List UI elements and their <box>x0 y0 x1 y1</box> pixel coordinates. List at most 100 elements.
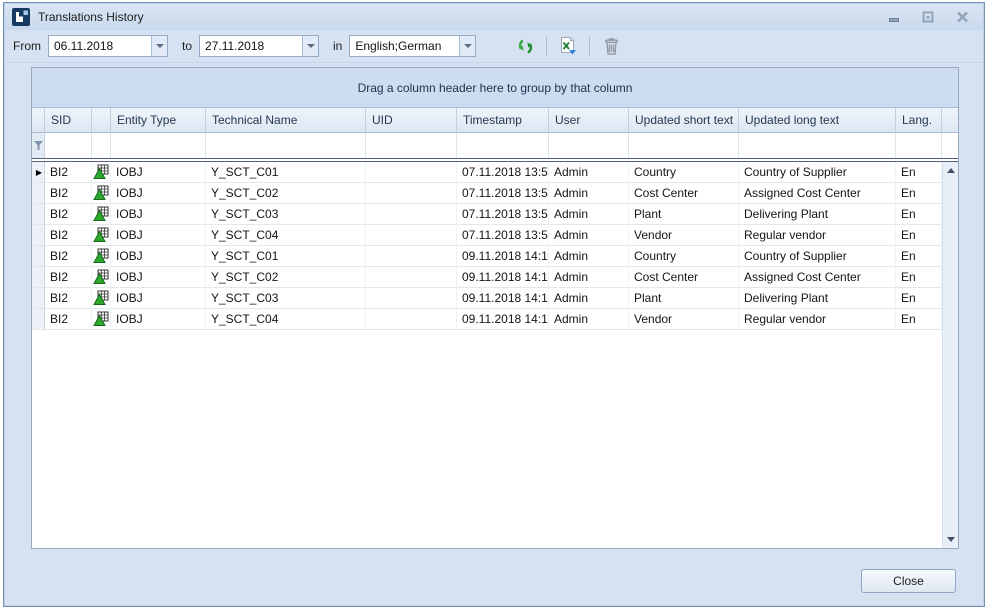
cell-lang[interactable]: En <box>896 267 942 288</box>
cell-user[interactable]: Admin <box>549 162 629 183</box>
cell-technical_name[interactable]: Y_SCT_C01 <box>206 246 366 267</box>
filter-cell-lang[interactable] <box>896 133 942 158</box>
cell-timestamp[interactable]: 09.11.2018 14:14 <box>457 288 549 309</box>
cell-entity_type[interactable]: IOBJ <box>111 162 206 183</box>
table-row[interactable]: BI2 IOBJY_SCT_C0209.11.2018 14:14AdminCo… <box>32 267 958 288</box>
cell-lang[interactable]: En <box>896 246 942 267</box>
cell-updated_short[interactable]: Plant <box>629 204 739 225</box>
cell-user[interactable]: Admin <box>549 288 629 309</box>
cell-icon[interactable] <box>92 162 111 183</box>
cell-updated_long[interactable]: Delivering Plant <box>739 204 896 225</box>
filter-cell-updated_long[interactable] <box>739 133 896 158</box>
cell-technical_name[interactable]: Y_SCT_C02 <box>206 267 366 288</box>
cell-icon[interactable] <box>92 183 111 204</box>
to-date-editor[interactable]: 27.11.2018 <box>199 35 319 57</box>
filter-cell-updated_short[interactable] <box>629 133 739 158</box>
cell-technical_name[interactable]: Y_SCT_C03 <box>206 204 366 225</box>
table-row[interactable]: BI2 IOBJY_SCT_C0109.11.2018 14:14AdminCo… <box>32 246 958 267</box>
cell-entity_type[interactable]: IOBJ <box>111 267 206 288</box>
close-icon[interactable] <box>953 8 971 26</box>
cell-uid[interactable] <box>366 225 457 246</box>
cell-icon[interactable] <box>92 225 111 246</box>
cell-icon[interactable] <box>92 246 111 267</box>
filter-cell-technical_name[interactable] <box>206 133 366 158</box>
table-row[interactable]: ▶BI2 IOBJY_SCT_C0107.11.2018 13:51AdminC… <box>32 162 958 183</box>
from-date-value[interactable]: 06.11.2018 <box>49 36 151 56</box>
cell-updated_short[interactable]: Plant <box>629 288 739 309</box>
column-header-technical-name[interactable]: Technical Name <box>206 108 366 133</box>
cell-user[interactable]: Admin <box>549 267 629 288</box>
cell-updated_long[interactable]: Delivering Plant <box>739 288 896 309</box>
cell-uid[interactable] <box>366 267 457 288</box>
cell-sid[interactable]: BI2 <box>45 162 92 183</box>
cell-timestamp[interactable]: 09.11.2018 14:14 <box>457 309 549 330</box>
cell-user[interactable]: Admin <box>549 183 629 204</box>
cell-icon[interactable] <box>92 309 111 330</box>
cell-entity_type[interactable]: IOBJ <box>111 309 206 330</box>
filter-cell-uid[interactable] <box>366 133 457 158</box>
cell-icon[interactable] <box>92 267 111 288</box>
cell-user[interactable]: Admin <box>549 246 629 267</box>
to-date-dropdown[interactable] <box>302 36 318 56</box>
table-row[interactable]: BI2 IOBJY_SCT_C0407.11.2018 13:51AdminVe… <box>32 225 958 246</box>
cell-uid[interactable] <box>366 288 457 309</box>
cell-entity_type[interactable]: IOBJ <box>111 288 206 309</box>
from-date-editor[interactable]: 06.11.2018 <box>48 35 168 57</box>
cell-uid[interactable] <box>366 183 457 204</box>
cell-timestamp[interactable]: 09.11.2018 14:14 <box>457 246 549 267</box>
cell-updated_long[interactable]: Country of Supplier <box>739 162 896 183</box>
cell-technical_name[interactable]: Y_SCT_C04 <box>206 225 366 246</box>
table-row[interactable]: BI2 IOBJY_SCT_C0409.11.2018 14:14AdminVe… <box>32 309 958 330</box>
cell-updated_long[interactable]: Assigned Cost Center <box>739 267 896 288</box>
maximize-icon[interactable] <box>919 8 937 26</box>
cell-updated_short[interactable]: Cost Center <box>629 183 739 204</box>
cell-timestamp[interactable]: 07.11.2018 13:51 <box>457 225 549 246</box>
cell-user[interactable]: Admin <box>549 309 629 330</box>
cell-user[interactable]: Admin <box>549 225 629 246</box>
cell-sid[interactable]: BI2 <box>45 309 92 330</box>
language-value[interactable]: English;German <box>350 36 459 56</box>
cell-technical_name[interactable]: Y_SCT_C02 <box>206 183 366 204</box>
delete-button[interactable] <box>598 34 624 58</box>
cell-timestamp[interactable]: 07.11.2018 13:51 <box>457 162 549 183</box>
column-header-lang-[interactable]: Lang. <box>896 108 942 133</box>
cell-sid[interactable]: BI2 <box>45 183 92 204</box>
cell-lang[interactable]: En <box>896 225 942 246</box>
cell-lang[interactable]: En <box>896 204 942 225</box>
cell-uid[interactable] <box>366 309 457 330</box>
close-button[interactable]: Close <box>861 569 956 593</box>
cell-updated_short[interactable]: Cost Center <box>629 267 739 288</box>
column-header-sid[interactable]: SID <box>45 108 92 133</box>
cell-lang[interactable]: En <box>896 288 942 309</box>
cell-timestamp[interactable]: 07.11.2018 13:51 <box>457 204 549 225</box>
language-combo[interactable]: English;German <box>349 35 476 57</box>
cell-technical_name[interactable]: Y_SCT_C04 <box>206 309 366 330</box>
refresh-button[interactable] <box>512 34 538 58</box>
cell-entity_type[interactable]: IOBJ <box>111 204 206 225</box>
cell-uid[interactable] <box>366 246 457 267</box>
cell-updated_long[interactable]: Regular vendor <box>739 309 896 330</box>
cell-entity_type[interactable]: IOBJ <box>111 183 206 204</box>
cell-lang[interactable]: En <box>896 309 942 330</box>
column-header-uid[interactable]: UID <box>366 108 457 133</box>
cell-sid[interactable]: BI2 <box>45 225 92 246</box>
cell-lang[interactable]: En <box>896 183 942 204</box>
scroll-down-icon[interactable] <box>943 531 959 548</box>
minimize-icon[interactable] <box>885 8 903 26</box>
cell-technical_name[interactable]: Y_SCT_C03 <box>206 288 366 309</box>
vertical-scrollbar[interactable] <box>942 162 958 548</box>
column-header-entity-type[interactable]: Entity Type <box>111 108 206 133</box>
scroll-up-icon[interactable] <box>943 162 959 179</box>
cell-updated_short[interactable]: Country <box>629 162 739 183</box>
filter-cell-user[interactable] <box>549 133 629 158</box>
cell-sid[interactable]: BI2 <box>45 204 92 225</box>
cell-sid[interactable]: BI2 <box>45 246 92 267</box>
group-by-panel[interactable]: Drag a column header here to group by th… <box>32 68 958 108</box>
language-dropdown[interactable] <box>459 36 475 56</box>
cell-uid[interactable] <box>366 204 457 225</box>
column-header-timestamp[interactable]: Timestamp <box>457 108 549 133</box>
column-header-updated-short-text[interactable]: Updated short text <box>629 108 739 133</box>
from-date-dropdown[interactable] <box>151 36 167 56</box>
column-header-entity-icon[interactable] <box>92 108 111 133</box>
cell-entity_type[interactable]: IOBJ <box>111 225 206 246</box>
